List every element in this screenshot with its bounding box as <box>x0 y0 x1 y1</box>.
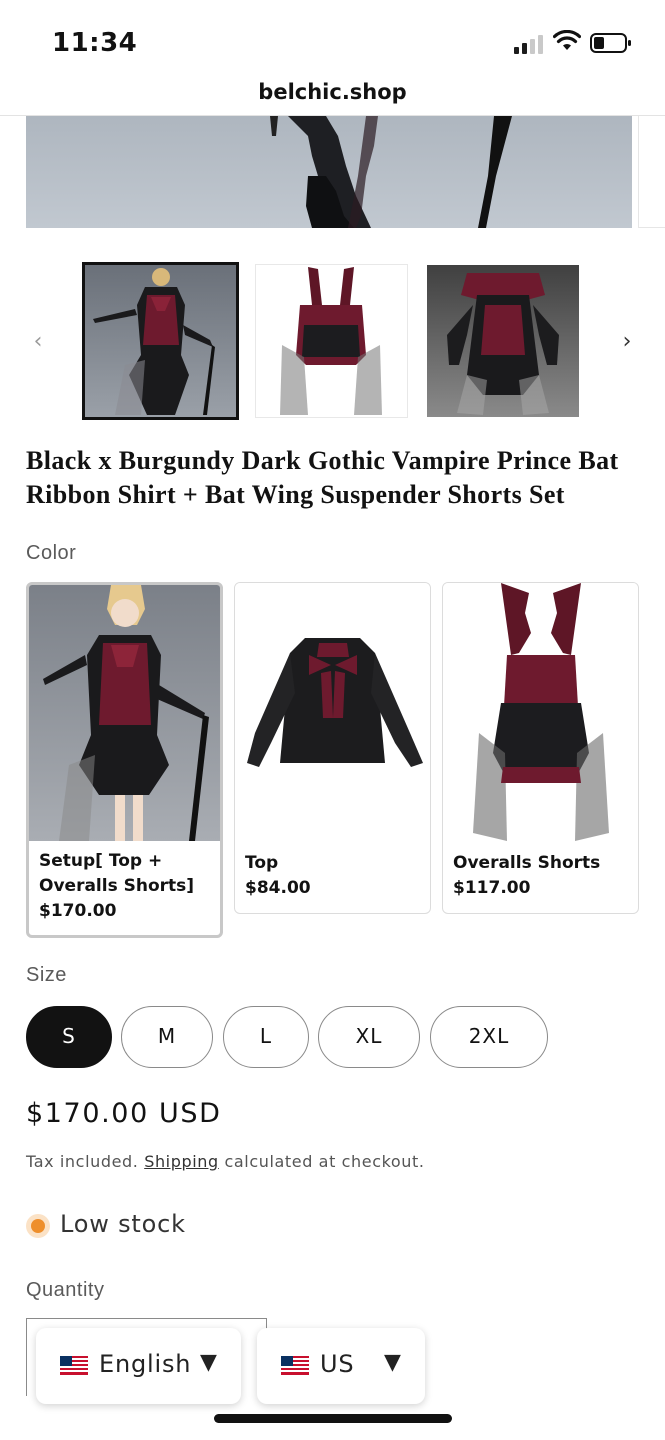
shipping-link[interactable]: Shipping <box>144 1152 219 1171</box>
size-option-s[interactable]: S <box>26 1006 112 1068</box>
color-option-setup[interactable]: Setup[ Top + Overalls Shorts] $170.00 <box>26 582 223 938</box>
color-option-overalls-shorts[interactable]: Overalls Shorts $117.00 <box>442 582 639 914</box>
chevron-left-icon[interactable]: ‹ <box>25 331 51 353</box>
status-bar: 11:34 <box>0 0 665 72</box>
overalls-shorts-image <box>473 583 609 841</box>
product-title: Black x Burgundy Dark Gothic Vampire Pri… <box>26 446 619 509</box>
product-main-image[interactable] <box>26 116 632 228</box>
tax-note: Tax included. Shipping calculated at che… <box>26 1152 425 1171</box>
language-selector[interactable]: English ▼ <box>36 1328 241 1404</box>
cellular-signal-icon <box>514 32 546 54</box>
caret-down-icon: ▼ <box>384 1350 401 1375</box>
us-flag-icon <box>60 1356 88 1375</box>
color-option-name: Top <box>245 853 279 873</box>
shirt-image <box>247 638 423 767</box>
size-option-2xl[interactable]: 2XL <box>430 1006 548 1068</box>
model-legs-image <box>270 116 512 228</box>
country-text: US <box>320 1350 355 1378</box>
home-indicator[interactable] <box>214 1414 452 1423</box>
color-option-price: $170.00 <box>39 901 117 921</box>
color-option-name: Setup[ Top + Overalls Shorts] <box>39 851 195 896</box>
color-label: Color <box>26 542 77 564</box>
thumbnail-1[interactable] <box>82 262 239 420</box>
wifi-icon <box>553 30 581 50</box>
tax-suffix: calculated at checkout. <box>224 1152 425 1171</box>
tax-prefix: Tax included. <box>26 1152 139 1171</box>
thumbnail-strip: ‹ › <box>0 262 665 420</box>
status-time: 11:34 <box>52 28 138 58</box>
suspender-shorts-image <box>280 267 382 415</box>
color-option-price: $84.00 <box>245 878 311 898</box>
color-option-image <box>235 583 430 843</box>
us-flag-icon <box>281 1356 309 1375</box>
color-option-image <box>443 583 638 843</box>
size-option-m[interactable]: M <box>121 1006 213 1068</box>
country-selector[interactable]: US ▼ <box>257 1328 425 1404</box>
next-image-edge <box>638 116 665 228</box>
color-option-image <box>29 585 220 841</box>
size-option-xl[interactable]: XL <box>318 1006 420 1068</box>
url-text: belchic.shop <box>258 80 407 104</box>
jacket-shirt-image <box>447 273 559 415</box>
model-full-outfit-image <box>93 268 215 415</box>
color-option-price: $117.00 <box>453 878 531 898</box>
thumbnail-2[interactable] <box>255 264 408 418</box>
size-label: Size <box>26 964 67 986</box>
size-option-l[interactable]: L <box>223 1006 309 1068</box>
chevron-right-icon[interactable]: › <box>614 331 640 353</box>
color-option-top[interactable]: Top $84.00 <box>234 582 431 914</box>
browser-address-bar[interactable]: belchic.shop <box>0 72 665 116</box>
caret-down-icon: ▼ <box>200 1350 217 1375</box>
stock-text: Low stock <box>60 1210 186 1238</box>
color-option-name: Overalls Shorts <box>453 853 601 873</box>
thumbnail-3[interactable] <box>427 265 579 417</box>
language-text: English <box>99 1350 192 1378</box>
product-price: $170.00 USD <box>26 1098 222 1129</box>
battery-icon <box>590 33 631 53</box>
model-setup-image <box>43 585 209 841</box>
quantity-label: Quantity <box>26 1279 105 1301</box>
low-stock-dot-icon <box>26 1214 50 1238</box>
